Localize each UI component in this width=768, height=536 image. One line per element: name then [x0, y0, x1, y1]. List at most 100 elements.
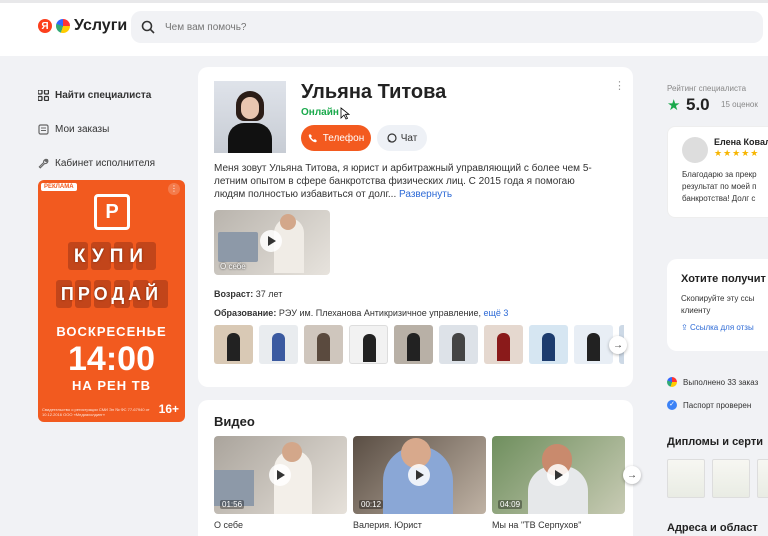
diplomas-heading: Дипломы и серти — [667, 436, 764, 448]
avatar[interactable] — [214, 81, 286, 153]
phone-button[interactable]: Телефон — [301, 125, 371, 151]
ad-banner[interactable]: РЕКЛАМА ⋮ Р КУПИ ПРОДАЙ ВОСКРЕСЕНЬЕ 14:0… — [38, 180, 185, 422]
diploma-thumbnail[interactable] — [757, 459, 768, 498]
share-icon: ⇪ — [681, 323, 688, 332]
online-status: Онлайн — [301, 107, 339, 118]
phone-button-label: Телефон — [322, 132, 365, 144]
video-caption[interactable]: О себе — [214, 520, 243, 530]
sidebar-item-performer-cabinet[interactable]: Кабинет исполнителя — [38, 146, 188, 180]
video-label: О себе — [220, 262, 246, 271]
completed-orders-text: Выполнено 33 заказ — [683, 377, 759, 387]
addresses-heading: Адреса и област — [667, 522, 758, 534]
passport-verified-badge: ✓ Паспорт проверен — [667, 400, 751, 410]
gallery-next-arrow-icon[interactable]: → — [609, 336, 627, 354]
play-icon — [547, 464, 569, 486]
gallery-photo[interactable] — [214, 325, 253, 364]
grid-icon — [38, 89, 49, 101]
gallery-photo[interactable] — [304, 325, 343, 364]
verified-check-icon: ✓ — [667, 400, 677, 410]
diploma-thumbnail[interactable] — [712, 459, 750, 498]
sidebar-item-label: Кабинет исполнителя — [55, 157, 156, 169]
get-reviews-text: Скопируйте эту ссы клиенту — [681, 294, 755, 315]
search-icon — [141, 20, 155, 34]
gallery-photo[interactable] — [349, 325, 388, 364]
education-row: Образование: РЭУ им. Плеханова Антикризи… — [214, 308, 508, 318]
sidebar-item-find-specialist[interactable]: Найти специалиста — [38, 78, 188, 112]
video-card[interactable]: 04:09 — [492, 436, 625, 514]
review-link[interactable]: ⇪ Ссылка для отзы — [681, 323, 754, 332]
chat-button[interactable]: Чат — [377, 125, 427, 151]
reviewer-name: Елена Ковал — [714, 137, 768, 147]
search-input[interactable] — [165, 21, 665, 33]
rating-label: Рейтинг специалиста — [667, 84, 747, 93]
chat-button-label: Чат — [400, 132, 418, 144]
phone-icon — [308, 134, 317, 143]
education-more-link[interactable]: ещё 3 — [483, 308, 508, 318]
video-duration: 00:12 — [359, 500, 384, 509]
age-label: Возраст: — [214, 289, 254, 299]
more-options-icon[interactable]: ⋮ — [614, 79, 625, 92]
browser-strip — [0, 0, 768, 3]
ad-menu-icon[interactable]: ⋮ — [168, 183, 180, 195]
reviewer-avatar — [682, 137, 708, 163]
ad-time: 14:00 — [68, 340, 155, 378]
review-link-label: Ссылка для отзы — [689, 323, 754, 332]
diploma-thumbnail[interactable] — [667, 459, 705, 498]
rating-count[interactable]: 15 оценок — [721, 100, 758, 109]
services-ball-icon — [667, 377, 677, 387]
completed-orders-badge: Выполнено 33 заказ — [667, 377, 758, 387]
education-label: Образование: — [214, 308, 277, 318]
video-card[interactable]: 00:12 — [353, 436, 486, 514]
wrench-icon — [38, 158, 49, 169]
mouse-cursor-icon — [340, 107, 350, 120]
orders-icon — [38, 123, 49, 135]
sidebar-item-label: Мои заказы — [55, 123, 110, 135]
ad-word-buy: КУПИ — [73, 246, 150, 267]
review-text: Благодарю за прекр результат по моей п б… — [682, 170, 757, 203]
education-value: РЭУ им. Плеханова Антикризичное управлен… — [278, 308, 481, 318]
play-icon — [260, 230, 282, 252]
play-icon — [269, 464, 291, 486]
expand-bio-link[interactable]: Развернуть — [399, 189, 452, 200]
ad-day: ВОСКРЕСЕНЬЕ — [56, 324, 167, 339]
ad-age-rating: 16+ — [158, 402, 179, 416]
bio-text: Меня зовут Ульяна Титова, я юрист и арби… — [214, 162, 604, 201]
yandex-logo-icon: Я — [38, 19, 52, 33]
passport-verified-text: Паспорт проверен — [683, 400, 752, 410]
page: Я Услуги Найти специалиста Мои заказы Ка… — [0, 0, 768, 536]
video-card[interactable]: 01:56 — [214, 436, 347, 514]
review-stars: ★★★★★ — [714, 148, 760, 158]
get-reviews-card: Хотите получит Скопируйте эту ссы клиент… — [667, 259, 768, 351]
gallery-photo[interactable] — [529, 325, 568, 364]
videos-card: Видео 01:56 О себе 00:12 Валерия. Юрист … — [198, 400, 641, 536]
intro-video-thumbnail[interactable]: О себе — [214, 210, 330, 275]
rating-score: 5.0 — [686, 95, 710, 114]
search-bar[interactable] — [131, 11, 763, 43]
ad-fine-print: Свидетельство о регистрации СМИ Эл № ФС … — [42, 407, 150, 417]
ad-word-sell: ПРОДАЙ — [60, 284, 163, 304]
gallery-photo[interactable] — [574, 325, 613, 364]
yandex-services-logo[interactable]: Я Услуги — [38, 17, 127, 35]
videos-title: Видео — [214, 414, 255, 429]
star-icon: ★ — [667, 97, 681, 114]
gallery-photo[interactable] — [394, 325, 433, 364]
chat-icon — [387, 133, 397, 143]
videos-next-arrow-icon[interactable]: → — [623, 466, 641, 484]
top-bar: Я Услуги — [0, 0, 768, 56]
get-reviews-title: Хотите получит — [681, 273, 766, 285]
services-ball-icon — [56, 19, 70, 33]
rating-block: Рейтинг специалиста ★ 5.0 15 оценок Елен… — [667, 78, 768, 218]
review-card[interactable]: Елена Ковал ★★★★★ Благодарю за прекр рез… — [667, 126, 768, 218]
gallery-photo[interactable] — [439, 325, 478, 364]
ren-tv-logo-icon: Р — [94, 194, 130, 230]
gallery-photo[interactable] — [484, 325, 523, 364]
sidebar: Найти специалиста Мои заказы Кабинет исп… — [38, 78, 188, 180]
gallery-photo[interactable] — [259, 325, 298, 364]
age-value: 37 лет — [255, 289, 283, 299]
profile-card: Ульяна Титова Онлайн Телефон Чат ⋮ Меня … — [198, 67, 633, 387]
sidebar-item-my-orders[interactable]: Мои заказы — [38, 112, 188, 146]
video-caption[interactable]: Мы на "ТВ Серпухов" — [492, 520, 581, 530]
play-icon — [408, 464, 430, 486]
video-caption[interactable]: Валерия. Юрист — [353, 520, 422, 530]
ad-tag: РЕКЛАМА — [41, 183, 77, 191]
